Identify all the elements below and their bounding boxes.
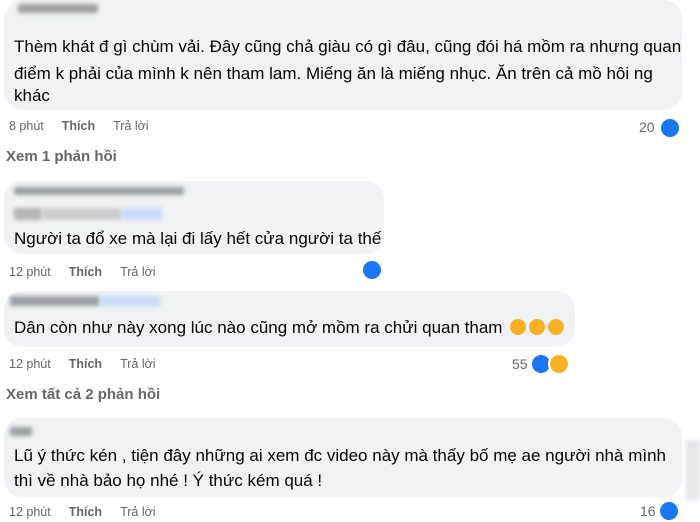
comment-bubble: Thèm khát đ gì chùm vải. Đây cũng chả gi… xyxy=(4,0,682,110)
like-button[interactable]: Thích xyxy=(69,357,102,371)
comment-time[interactable]: 12 phút xyxy=(9,357,51,371)
author-name-blurred[interactable] xyxy=(10,427,32,436)
like-reaction-icon[interactable] xyxy=(361,259,383,281)
rofl-emoji-icon xyxy=(510,319,527,335)
comment-text-line: thì về nhà bảo họ nhé ! Ý thức kém quá ! xyxy=(14,471,323,490)
comment-time[interactable]: 8 phút xyxy=(9,119,44,133)
author-name-blurred[interactable] xyxy=(14,208,42,220)
comment-bubble: Lũ ý thức kén , tiện đây những ai xem đc… xyxy=(4,418,682,497)
like-button[interactable]: Thích xyxy=(62,119,95,133)
haha-reaction-icon[interactable] xyxy=(548,353,570,375)
reaction-count[interactable]: 55 xyxy=(512,356,528,372)
comment-actions: 12 phút Thích Trả lời xyxy=(9,357,156,371)
author-name-blurred[interactable] xyxy=(10,296,100,306)
comment-bubble: Dân còn như này xong lúc nào cũng mở mồm… xyxy=(4,291,575,347)
rofl-emoji-icon xyxy=(548,319,565,335)
comment-bubble: Người ta đổ xe mà lại đi lấy hết cửa ngư… xyxy=(4,181,384,254)
comment-text-line: Người ta đổ xe mà lại đi lấy hết cửa ngư… xyxy=(14,229,382,248)
comment-text-line: Thèm khát đ gì chùm vải. Đây cũng chả gi… xyxy=(14,37,682,56)
comment-actions: 12 phút Thích Trả lời xyxy=(9,505,156,519)
reaction-count[interactable]: 20 xyxy=(639,119,655,135)
reaction-count[interactable]: 16 xyxy=(640,503,656,519)
rofl-emoji-icon xyxy=(529,319,546,335)
reply-button[interactable]: Trả lời xyxy=(113,119,149,133)
view-replies-link[interactable]: Xem tất cả 2 phản hồi xyxy=(6,386,160,403)
comment-text-line: Dân còn như này xong lúc nào cũng mở mồm… xyxy=(14,314,565,341)
author-name-blurred[interactable] xyxy=(100,296,160,306)
comment-text-line: điểm k phải của mình k nên tham lam. Miế… xyxy=(14,64,653,83)
author-name-blurred[interactable] xyxy=(122,208,162,220)
comment-text-line: Lũ ý thức kén , tiện đây những ai xem đc… xyxy=(14,446,666,465)
reply-button[interactable]: Trả lời xyxy=(120,357,156,371)
comment-actions: 8 phút Thích Trả lời xyxy=(9,119,149,133)
comment-text-line: khác xyxy=(14,86,50,105)
comment-text: Dân còn như này xong lúc nào cũng mở mồm… xyxy=(14,318,503,337)
like-button[interactable]: Thích xyxy=(69,505,102,519)
like-reaction-icon[interactable] xyxy=(659,117,681,139)
author-name-blurred[interactable] xyxy=(18,4,98,13)
comment-time[interactable]: 12 phút xyxy=(9,505,51,519)
reply-button[interactable]: Trả lời xyxy=(120,505,156,519)
reply-button[interactable]: Trả lời xyxy=(120,265,156,279)
author-name-blurred[interactable] xyxy=(42,208,122,220)
comment-actions: 12 phút Thích Trả lời xyxy=(9,265,156,279)
scrollbar-edge xyxy=(686,440,700,500)
author-name-blurred[interactable] xyxy=(14,187,184,195)
view-replies-link[interactable]: Xem 1 phản hồi xyxy=(6,148,117,165)
comment-time[interactable]: 12 phút xyxy=(9,265,51,279)
like-button[interactable]: Thích xyxy=(69,265,102,279)
